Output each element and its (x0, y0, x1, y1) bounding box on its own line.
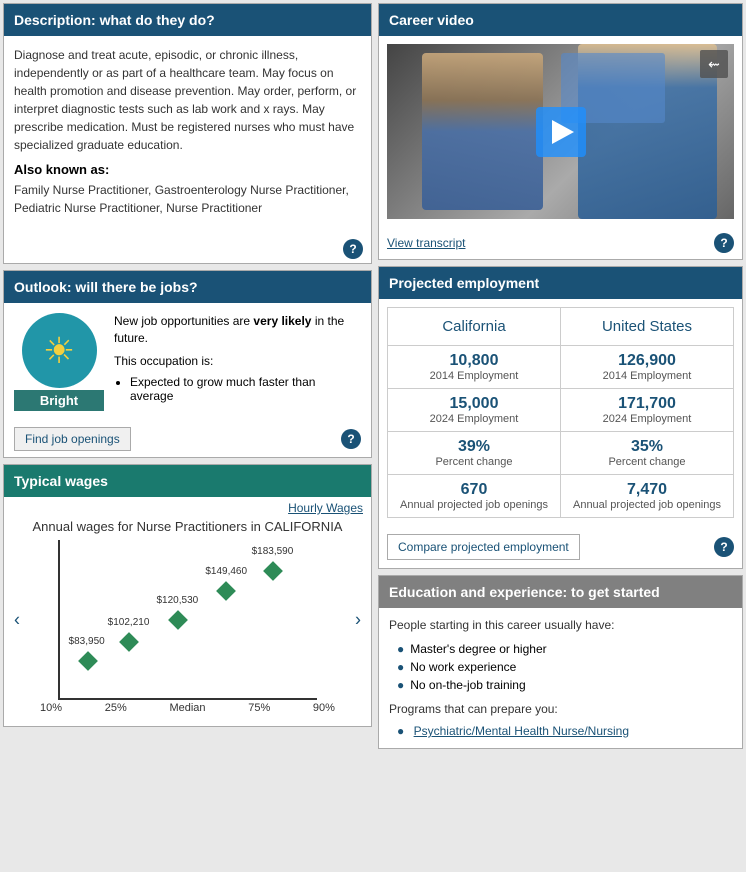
education-intro: People starting in this career usually h… (389, 618, 732, 632)
hourly-wages-link[interactable]: Hourly Wages (288, 501, 363, 515)
chart-nav-left[interactable]: ‹ (14, 610, 20, 631)
us-2024-employment: 171,700 (569, 395, 725, 413)
program-item: Psychiatric/Mental Health Nurse/Nursing (397, 724, 732, 738)
description-panel: Description: what do they do? Diagnose a… (3, 3, 372, 264)
compare-projected-employment-button[interactable]: Compare projected employment (387, 534, 580, 560)
outlook-header: Outlook: will there be jobs? (4, 271, 371, 303)
bright-label: Bright (14, 390, 104, 411)
education-requirements: Master's degree or higher No work experi… (389, 640, 732, 694)
career-video-header: Career video (379, 4, 742, 36)
description-body: Diagnose and treat acute, episodic, or c… (14, 46, 361, 154)
outlook-subtext: This occupation is: (114, 353, 361, 370)
projected-employment-table: California United States 10,8002014 Empl… (387, 307, 734, 518)
ca-percent-change: 39% (396, 438, 552, 456)
programs-list: Psychiatric/Mental Health Nurse/Nursing (389, 724, 732, 738)
edu-req-2: No work experience (397, 658, 732, 676)
education-panel: Education and experience: to get started… (378, 575, 743, 749)
wage-label-10pct: $83,950 (69, 636, 105, 647)
ca-2024-employment: 15,000 (396, 395, 552, 413)
projected-employment-header: Projected employment (379, 267, 742, 299)
ca-2014-employment: 10,800 (396, 352, 552, 370)
outlook-panel: Outlook: will there be jobs? ☀ Bright Ne… (3, 270, 372, 458)
program-link[interactable]: Psychiatric/Mental Health Nurse/Nursing (414, 724, 629, 738)
wage-label-median: $120,530 (157, 595, 199, 606)
education-header: Education and experience: to get started (379, 576, 742, 608)
also-known-label: Also known as: (14, 162, 361, 177)
wage-label-75pct: $149,460 (205, 566, 247, 577)
outlook-headline: New job opportunities are very likely in… (114, 313, 361, 347)
col-us: United States (561, 308, 734, 346)
programs-label: Programs that can prepare you: (389, 702, 732, 716)
play-icon (552, 120, 574, 144)
view-transcript-link[interactable]: View transcript (387, 236, 465, 250)
table-row: 15,0002024 Employment 171,7002024 Employ… (388, 389, 734, 432)
col-california: California (388, 308, 561, 346)
bright-badge: ☀ Bright (14, 313, 104, 411)
outlook-help-icon[interactable]: ? (341, 429, 361, 449)
video-container[interactable]: ⇜ (387, 44, 734, 219)
description-header: Description: what do they do? (4, 4, 371, 36)
xaxis-25: 25% (105, 702, 127, 714)
find-job-openings-button[interactable]: Find job openings (14, 427, 131, 451)
chart-title: Annual wages for Nurse Practitioners in … (14, 519, 361, 534)
xaxis-median: Median (169, 702, 205, 714)
wage-label-90pct: $183,590 (252, 546, 294, 557)
video-help-icon[interactable]: ? (714, 233, 734, 253)
table-row: 39%Percent change 35%Percent change (388, 432, 734, 475)
xaxis-10: 10% (40, 702, 62, 714)
us-percent-change: 35% (569, 438, 725, 456)
play-button[interactable] (536, 107, 586, 157)
projected-employment-panel: Projected employment California United S… (378, 266, 743, 569)
career-video-panel: Career video ⇜ View transcript ? (378, 3, 743, 260)
chart-xaxis: 10% 25% Median 75% 90% (14, 700, 361, 716)
also-known-text: Family Nurse Practitioner, Gastroenterol… (14, 181, 361, 217)
chart-nav-right[interactable]: › (355, 610, 361, 631)
share-button[interactable]: ⇜ (700, 50, 728, 78)
wage-label-25pct: $102,210 (108, 617, 150, 628)
description-help-icon[interactable]: ? (343, 239, 363, 259)
sun-icon: ☀ (43, 330, 75, 372)
table-row: 670Annual projected job openings 7,470An… (388, 475, 734, 518)
edu-req-3: No on-the-job training (397, 676, 732, 694)
ca-annual-openings: 670 (396, 481, 552, 499)
xaxis-90: 90% (313, 702, 335, 714)
projected-help-icon[interactable]: ? (714, 537, 734, 557)
wage-chart: $83,950 $102,210 $120,530 $149,460 (58, 540, 317, 700)
wages-header: Typical wages (4, 465, 371, 497)
table-row: 10,8002014 Employment 126,9002014 Employ… (388, 346, 734, 389)
xaxis-75: 75% (248, 702, 270, 714)
wages-panel: Typical wages Hourly Wages Annual wages … (3, 464, 372, 727)
edu-req-1: Master's degree or higher (397, 640, 732, 658)
outlook-bullet: Expected to grow much faster than averag… (130, 375, 361, 403)
us-2014-employment: 126,900 (569, 352, 725, 370)
us-annual-openings: 7,470 (569, 481, 725, 499)
